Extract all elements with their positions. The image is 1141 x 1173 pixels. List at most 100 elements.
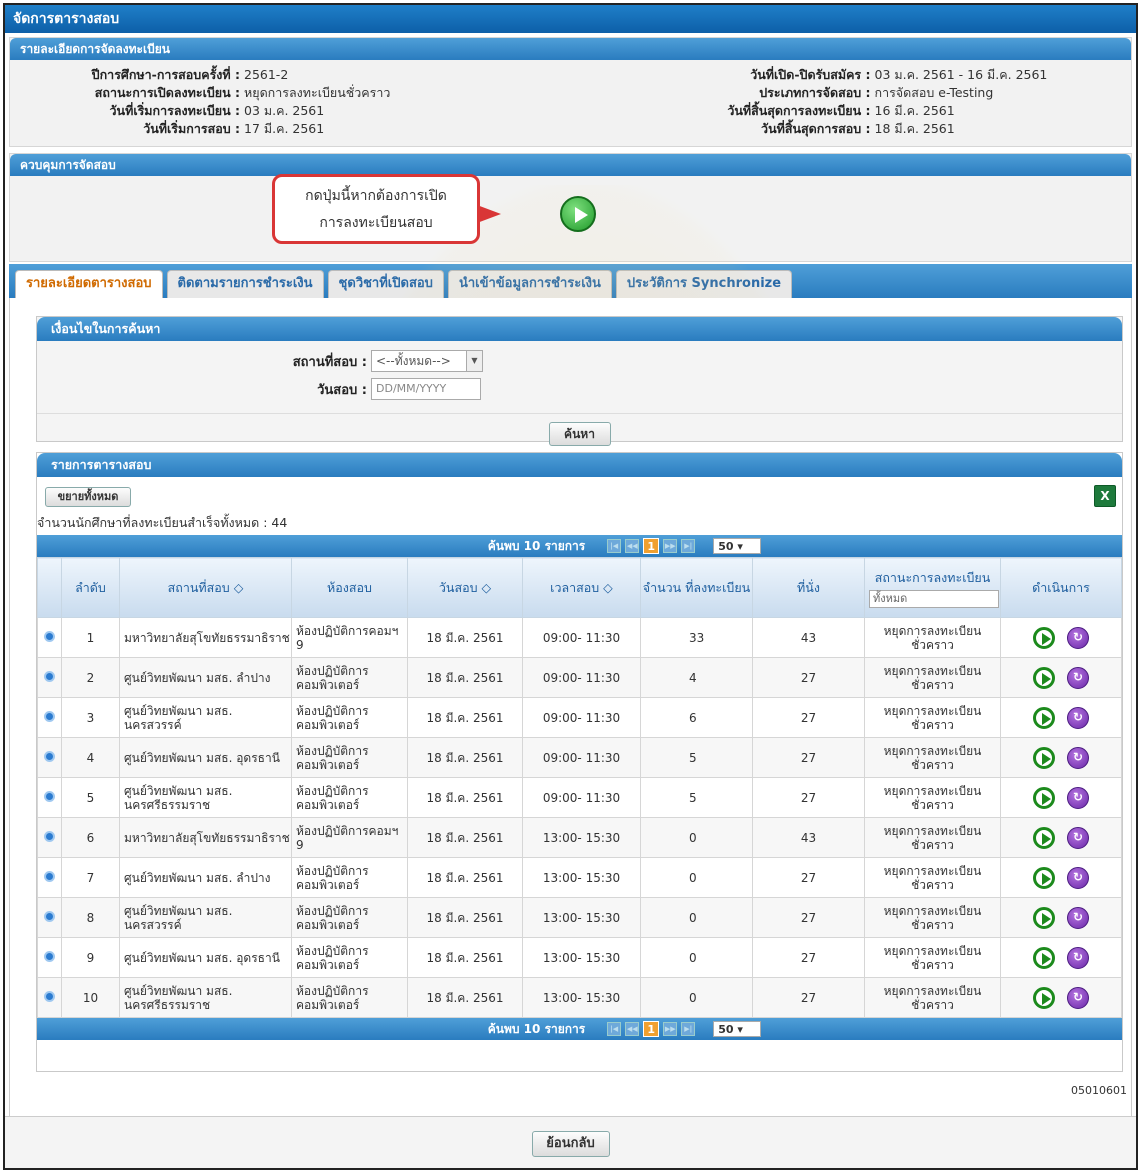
refresh-icon[interactable] <box>1067 706 1089 729</box>
first-page-icon[interactable]: |◀ <box>607 539 622 553</box>
play-icon[interactable] <box>1033 666 1055 689</box>
cell-time: 09:00- 11:30 <box>522 617 641 658</box>
cell-time: 13:00- 15:30 <box>522 817 641 858</box>
cell-registered: 0 <box>640 897 753 938</box>
registration-field-value: หยุดการลงทะเบียนชั่วคราว <box>244 85 391 100</box>
registration-field-row: ปีการศึกษา-การสอบครั้งที่ : 2561-2 <box>10 66 571 84</box>
prev-page-icon[interactable]: ◀◀ <box>625 539 640 553</box>
list-header: รายการตารางสอบ <box>37 453 1122 477</box>
cell-date: 18 มี.ค. 2561 <box>407 777 523 818</box>
tab-bar: รายละเอียดตารางสอบ ติดตามรายการชำระเงิน … <box>9 264 1132 298</box>
date-input[interactable]: DD/MM/YYYY <box>371 378 481 400</box>
refresh-icon[interactable] <box>1067 946 1089 969</box>
col-expand <box>37 557 62 618</box>
refresh-icon[interactable] <box>1067 986 1089 1009</box>
cell-date: 18 มี.ค. 2561 <box>407 697 523 738</box>
tab-payment-tracking[interactable]: ติดตามรายการชำระเงิน <box>166 270 324 298</box>
cell-date: 18 มี.ค. 2561 <box>407 857 523 898</box>
play-icon[interactable] <box>1033 706 1055 729</box>
cell-no: 1 <box>61 617 120 658</box>
refresh-icon[interactable] <box>1067 906 1089 929</box>
status-filter-input[interactable]: ทั้งหมด <box>869 589 999 608</box>
expand-row-icon[interactable] <box>44 670 55 682</box>
expand-row-icon[interactable] <box>44 830 55 842</box>
cell-date: 18 มี.ค. 2561 <box>407 937 523 978</box>
play-icon[interactable] <box>1033 866 1055 889</box>
expand-cell <box>37 697 62 738</box>
expand-cell <box>37 937 62 978</box>
expand-row-icon[interactable] <box>44 990 55 1002</box>
play-icon[interactable] <box>1033 746 1055 769</box>
cell-no: 4 <box>61 737 120 778</box>
refresh-icon[interactable] <box>1067 746 1089 769</box>
tab-import-payment[interactable]: นำเข้าข้อมูลการชำระเงิน <box>447 270 612 298</box>
expand-row-icon[interactable] <box>44 710 55 722</box>
expand-cell <box>37 857 62 898</box>
cell-status: หยุดการลงทะเบียนชั่วคราว <box>864 617 1001 658</box>
col-date[interactable]: วันสอบ ◇ <box>407 557 523 618</box>
table-row: 1 มหาวิทยาลัยสุโขทัยธรรมาธิราช ห้องปฏิบัติ… <box>37 617 1122 658</box>
cell-seats: 27 <box>752 777 865 818</box>
registration-field-row: วันที่เริ่มการลงทะเบียน : 03 ม.ค. 2561 <box>10 102 571 120</box>
page-size-select-bottom[interactable]: 50 ▾ <box>713 1021 762 1037</box>
play-icon[interactable] <box>1033 986 1055 1009</box>
expand-row-icon[interactable] <box>44 790 55 802</box>
search-header: เงื่อนไขในการค้นหา <box>37 317 1122 341</box>
refresh-icon[interactable] <box>1067 666 1089 689</box>
current-page-bottom[interactable]: 1 <box>643 1021 660 1037</box>
actions-cell <box>1000 897 1122 938</box>
open-registration-play-icon[interactable] <box>560 196 596 232</box>
tab-sync-history[interactable]: ประวัติการ Synchronize <box>615 270 793 298</box>
page-size-select[interactable]: 50 ▾ <box>713 538 762 554</box>
place-select[interactable]: <--ทั้งหมด--> ▼ <box>371 350 483 372</box>
last-page-icon[interactable]: ▶| <box>681 539 696 553</box>
last-page-icon[interactable]: ▶| <box>681 1022 696 1036</box>
place-select-value: <--ทั้งหมด--> <box>376 354 451 368</box>
col-place[interactable]: สถานที่สอบ ◇ <box>119 557 292 618</box>
expand-row-icon[interactable] <box>44 910 55 922</box>
cell-seats: 27 <box>752 697 865 738</box>
expand-row-icon[interactable] <box>44 630 55 642</box>
cell-status: หยุดการลงทะเบียนชั่วคราว <box>864 737 1001 778</box>
cell-registered: 33 <box>640 617 753 658</box>
play-icon[interactable] <box>1033 786 1055 809</box>
table-row: 2 ศูนย์วิทยพัฒนา มสธ. ลำปาง ห้องปฏิบัติการ… <box>37 657 1122 698</box>
play-icon[interactable] <box>1033 906 1055 929</box>
cell-date: 18 มี.ค. 2561 <box>407 977 523 1018</box>
tab-subjects[interactable]: ชุดวิชาที่เปิดสอบ <box>327 270 444 298</box>
cell-status: หยุดการลงทะเบียนชั่วคราว <box>864 897 1001 938</box>
expand-row-icon[interactable] <box>44 750 55 762</box>
next-page-icon[interactable]: ▶▶ <box>663 1022 678 1036</box>
excel-icon[interactable]: X <box>1094 485 1116 507</box>
next-page-icon[interactable]: ▶▶ <box>663 539 678 553</box>
cell-seats: 27 <box>752 857 865 898</box>
cell-no: 7 <box>61 857 120 898</box>
cell-registered: 6 <box>640 697 753 738</box>
pager-top: ค้นพบ 10 รายการ |◀ ◀◀ 1 ▶▶ ▶| 50 ▾ <box>37 535 1122 557</box>
chevron-down-icon[interactable]: ▼ <box>466 351 482 371</box>
callout-tooltip: กดปุ่มนี้หากต้องการเปิด การลงทะเบียนสอบ <box>272 174 501 244</box>
play-icon[interactable] <box>1033 826 1055 849</box>
current-page[interactable]: 1 <box>643 538 660 554</box>
play-icon[interactable] <box>1033 946 1055 969</box>
col-time[interactable]: เวลาสอบ ◇ <box>522 557 641 618</box>
first-page-icon[interactable]: |◀ <box>607 1022 622 1036</box>
expand-row-icon[interactable] <box>44 950 55 962</box>
prev-page-icon[interactable]: ◀◀ <box>625 1022 640 1036</box>
tab-exam-details[interactable]: รายละเอียดตารางสอบ <box>15 270 163 298</box>
search-button[interactable]: ค้นหา <box>548 422 611 446</box>
play-icon[interactable] <box>1033 626 1055 649</box>
expand-all-button[interactable]: ขยายทั้งหมด <box>45 487 131 507</box>
registration-field-row: วันที่เริ่มการสอบ : 17 มี.ค. 2561 <box>10 120 571 138</box>
page-size-value-bottom: 50 <box>718 1023 734 1036</box>
cell-status: หยุดการลงทะเบียนชั่วคราว <box>864 657 1001 698</box>
refresh-icon[interactable] <box>1067 786 1089 809</box>
expand-row-icon[interactable] <box>44 870 55 882</box>
back-button[interactable]: ย้อนกลับ <box>531 1131 610 1157</box>
registration-field-value: 03 ม.ค. 2561 <box>244 103 325 118</box>
refresh-icon[interactable] <box>1067 826 1089 849</box>
cell-status: หยุดการลงทะเบียนชั่วคราว <box>864 697 1001 738</box>
refresh-icon[interactable] <box>1067 866 1089 889</box>
refresh-icon[interactable] <box>1067 626 1089 649</box>
cell-registered: 0 <box>640 857 753 898</box>
